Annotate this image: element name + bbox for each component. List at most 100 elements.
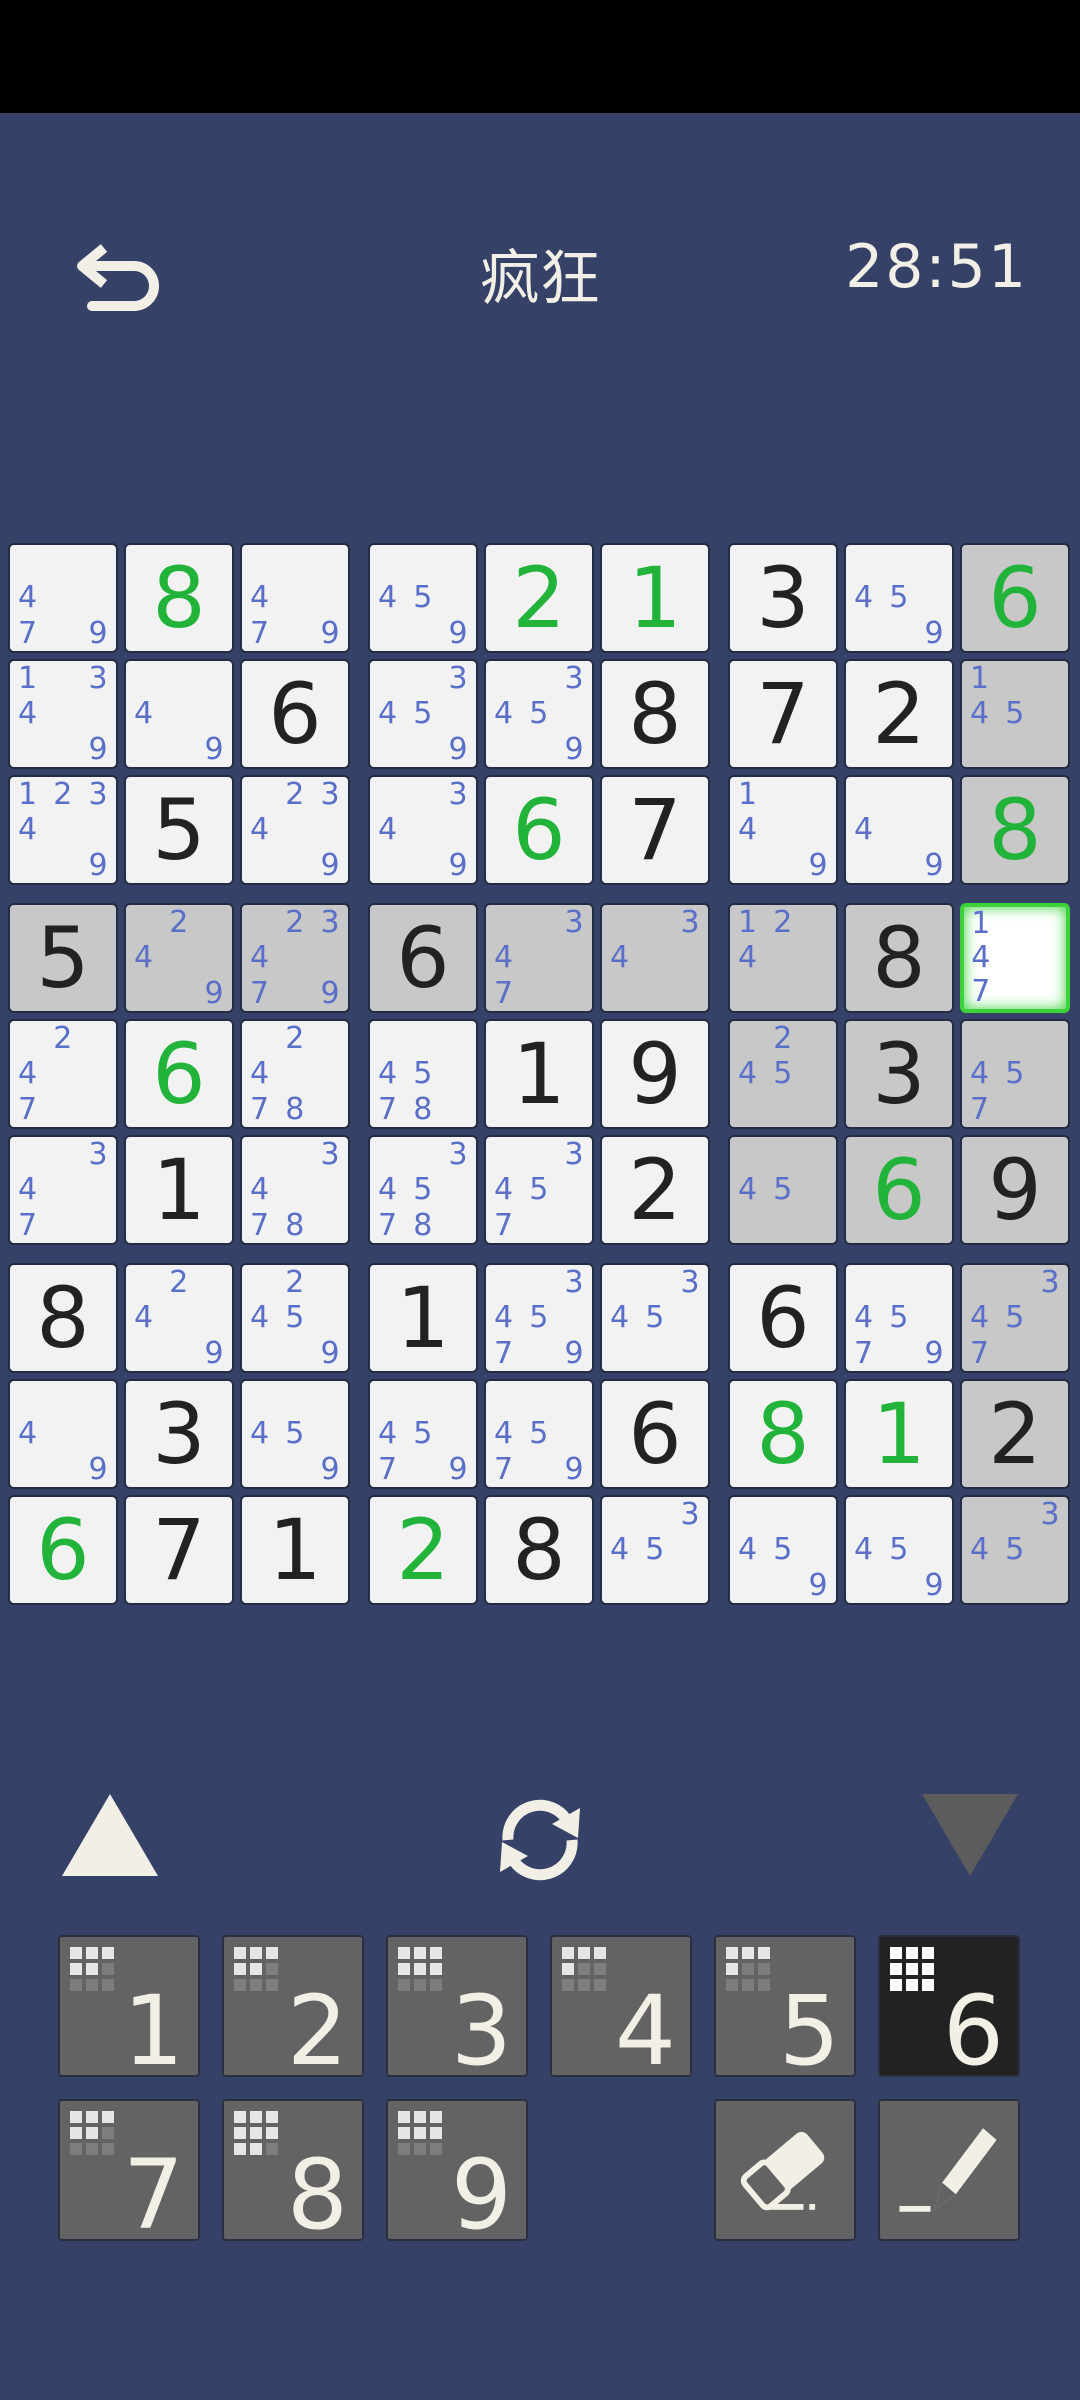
number-key-6[interactable]: 6: [878, 1935, 1020, 2079]
cell-r5c4[interactable]: 4578: [368, 1019, 478, 1129]
cell-r4c1[interactable]: 5: [8, 903, 118, 1013]
refresh-icon[interactable]: [488, 1788, 592, 1892]
cell-r5c1[interactable]: 247: [8, 1019, 118, 1129]
cell-r1c1[interactable]: 47 9: [8, 543, 118, 653]
number-key-7[interactable]: 7: [58, 2099, 200, 2243]
cell-r1c4[interactable]: 459: [368, 543, 478, 653]
cell-r7c5[interactable]: 3 457 9: [484, 1263, 594, 1373]
number-key-8[interactable]: 8: [222, 2099, 364, 2243]
cell-r5c9[interactable]: 457: [960, 1019, 1070, 1129]
cell-r5c8[interactable]: 3: [844, 1019, 954, 1129]
cell-r8c7[interactable]: 8: [728, 1379, 838, 1489]
cell-r4c8[interactable]: 8: [844, 903, 954, 1013]
cell-r6c1[interactable]: 3 47: [8, 1135, 118, 1245]
cell-r7c6[interactable]: 3 45: [600, 1263, 710, 1373]
number-key-2[interactable]: 2: [222, 1935, 364, 2079]
cell-r2c7[interactable]: 7: [728, 659, 838, 769]
cell-r8c4[interactable]: 457 9: [368, 1379, 478, 1489]
cell-r6c9[interactable]: 9: [960, 1135, 1070, 1245]
cell-r9c7[interactable]: 459: [728, 1495, 838, 1605]
cell-r5c3[interactable]: 2478: [240, 1019, 350, 1129]
cell-r8c5[interactable]: 457 9: [484, 1379, 594, 1489]
cell-r7c2[interactable]: 24 9: [124, 1263, 234, 1373]
cell-r8c9[interactable]: 2: [960, 1379, 1070, 1489]
cell-r4c2[interactable]: 24 9: [124, 903, 234, 1013]
cell-r6c3[interactable]: 3 478: [240, 1135, 350, 1245]
cell-r8c1[interactable]: 49: [8, 1379, 118, 1489]
cell-r7c1[interactable]: 8: [8, 1263, 118, 1373]
cell-r6c4[interactable]: 3 4578: [368, 1135, 478, 1245]
cell-r6c6[interactable]: 2: [600, 1135, 710, 1245]
cell-r7c3[interactable]: 2459: [240, 1263, 350, 1373]
cell-r4c7[interactable]: 124: [728, 903, 838, 1013]
number-key-5[interactable]: 5: [714, 1935, 856, 2079]
eraser-button[interactable]: [714, 2099, 856, 2241]
cell-r5c7[interactable]: 245: [728, 1019, 838, 1129]
cell-r2c5[interactable]: 3 459: [484, 659, 594, 769]
cell-r7c8[interactable]: 457 9: [844, 1263, 954, 1373]
pencil-button[interactable]: [878, 2099, 1020, 2241]
cell-r6c8[interactable]: 6: [844, 1135, 954, 1245]
cell-r9c1[interactable]: 6: [8, 1495, 118, 1605]
cell-r8c2[interactable]: 3: [124, 1379, 234, 1489]
cell-r6c7[interactable]: 45: [728, 1135, 838, 1245]
cell-r9c3[interactable]: 1: [240, 1495, 350, 1605]
cell-r8c3[interactable]: 459: [240, 1379, 350, 1489]
cell-r2c9[interactable]: 145: [960, 659, 1070, 769]
cell-r9c9[interactable]: 3 45: [960, 1495, 1070, 1605]
candidate-note: 3: [88, 660, 108, 696]
candidate-note: 9: [204, 731, 224, 767]
cell-r1c7[interactable]: 3: [728, 543, 838, 653]
cell-r8c6[interactable]: 6: [600, 1379, 710, 1489]
arrow-up-icon[interactable]: [62, 1794, 158, 1876]
cell-r1c3[interactable]: 47 9: [240, 543, 350, 653]
cell-r7c4[interactable]: 1: [368, 1263, 478, 1373]
cell-r4c6[interactable]: 34: [600, 903, 710, 1013]
cell-r9c2[interactable]: 7: [124, 1495, 234, 1605]
cell-r4c4[interactable]: 6: [368, 903, 478, 1013]
cell-r6c2[interactable]: 1: [124, 1135, 234, 1245]
number-key-9[interactable]: 9: [386, 2099, 528, 2243]
cell-r3c2[interactable]: 5: [124, 775, 234, 885]
cell-r4c5[interactable]: 3 47: [484, 903, 594, 1013]
cell-r1c2[interactable]: 8: [124, 543, 234, 653]
cell-r7c9[interactable]: 3 457: [960, 1263, 1070, 1373]
cell-r5c5[interactable]: 1: [484, 1019, 594, 1129]
cell-r4c9[interactable]: 147: [960, 903, 1070, 1013]
cell-r1c8[interactable]: 459: [844, 543, 954, 653]
cell-r5c2[interactable]: 6: [124, 1019, 234, 1129]
candidate-note: 4: [17, 1056, 38, 1092]
arrow-down-icon[interactable]: [922, 1794, 1018, 1876]
cell-r7c7[interactable]: 6: [728, 1263, 838, 1373]
cell-r9c8[interactable]: 459: [844, 1495, 954, 1605]
cell-r5c6[interactable]: 9: [600, 1019, 710, 1129]
candidate-note: 3: [564, 660, 584, 696]
cell-r1c6[interactable]: 1: [600, 543, 710, 653]
number-key-3[interactable]: 3: [386, 1935, 528, 2079]
cell-r2c1[interactable]: 1 3 4 9: [8, 659, 118, 769]
cell-r9c5[interactable]: 8: [484, 1495, 594, 1605]
candidate-note: 9: [88, 731, 108, 767]
cell-r3c3[interactable]: 23 4 9: [240, 775, 350, 885]
cell-r3c9[interactable]: 8: [960, 775, 1070, 885]
number-key-1[interactable]: 1: [58, 1935, 200, 2079]
cell-r4c3[interactable]: 23 47 9: [240, 903, 350, 1013]
number-key-4[interactable]: 4: [550, 1935, 692, 2079]
cell-r1c9[interactable]: 6: [960, 543, 1070, 653]
cell-r3c8[interactable]: 49: [844, 775, 954, 885]
cell-r2c2[interactable]: 49: [124, 659, 234, 769]
cell-r2c3[interactable]: 6: [240, 659, 350, 769]
cell-r3c4[interactable]: 3 4 9: [368, 775, 478, 885]
cell-r2c8[interactable]: 2: [844, 659, 954, 769]
cell-r9c4[interactable]: 2: [368, 1495, 478, 1605]
cell-r1c5[interactable]: 2: [484, 543, 594, 653]
cell-r6c5[interactable]: 3 457: [484, 1135, 594, 1245]
cell-r3c6[interactable]: 7: [600, 775, 710, 885]
cell-r3c5[interactable]: 6: [484, 775, 594, 885]
cell-r8c8[interactable]: 1: [844, 1379, 954, 1489]
cell-r3c7[interactable]: 14 9: [728, 775, 838, 885]
cell-r2c4[interactable]: 3 459: [368, 659, 478, 769]
cell-r9c6[interactable]: 3 45: [600, 1495, 710, 1605]
cell-r2c6[interactable]: 8: [600, 659, 710, 769]
cell-r3c1[interactable]: 123 4 9: [8, 775, 118, 885]
